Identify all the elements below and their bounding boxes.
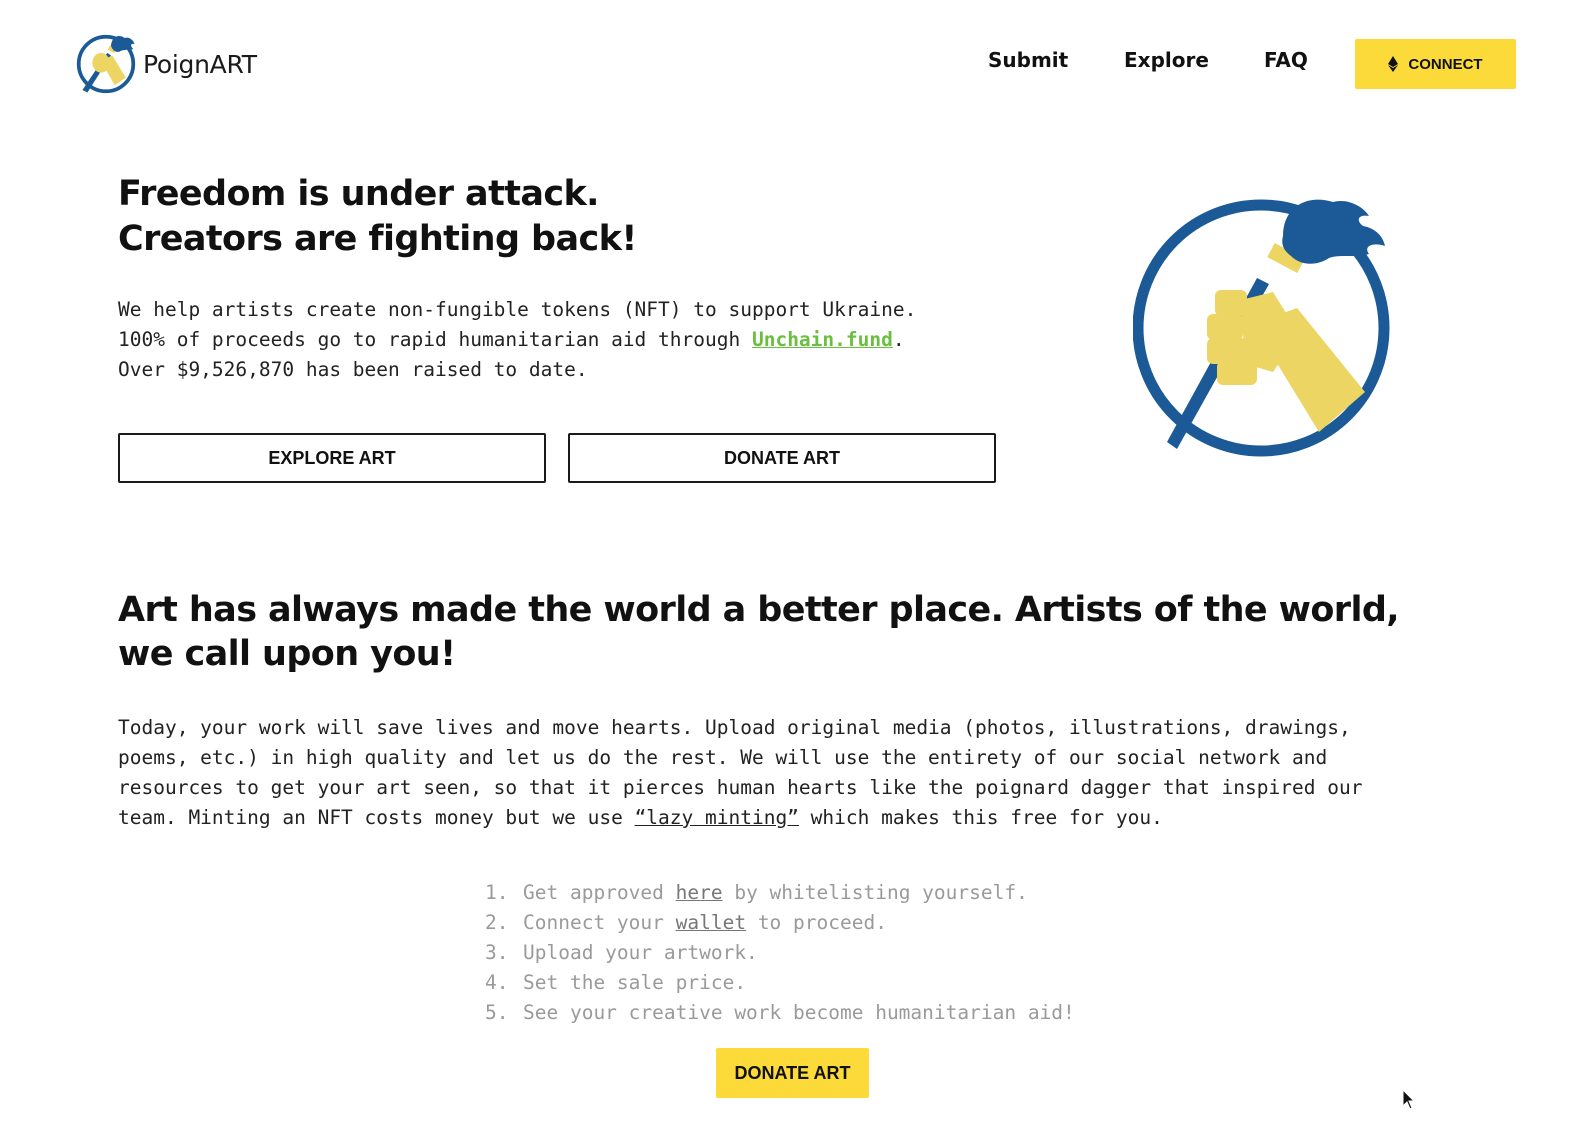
section-paragraph: Today, your work will save lives and mov…	[118, 713, 1362, 833]
donate-art-cta-button[interactable]: DONATE ART	[716, 1048, 869, 1098]
step-number: 2.	[485, 911, 509, 934]
brand-logo-link[interactable]: PoignART	[75, 33, 257, 95]
step-number: 4.	[485, 971, 509, 994]
hero-text-line-1: We help artists create non-fungible toke…	[118, 298, 917, 321]
step-text: See your creative work become humanitari…	[523, 1001, 1075, 1024]
section-line-3: resources to get your art seen, so that …	[118, 776, 1363, 799]
mouse-cursor-icon	[1402, 1089, 1416, 1110]
hero-text-line-2: 100% of proceeds go to rapid humanitaria…	[118, 325, 916, 355]
section-line-4-prefix: team. Minting an NFT costs money but we …	[118, 806, 635, 829]
steps-list: 1. Get approved here by whitelisting you…	[485, 878, 1075, 1028]
hero-text-line-2-prefix: 100% of proceeds go to rapid humanitaria…	[118, 328, 752, 351]
ethereum-icon	[1388, 56, 1399, 72]
lazy-minting-link[interactable]: “lazy minting”	[635, 806, 799, 829]
section-line-1: Today, your work will save lives and mov…	[118, 716, 1351, 739]
page: PoignART Submit Explore FAQ CONNECT Free…	[0, 0, 1596, 1133]
step-text-suffix: to proceed.	[746, 911, 887, 934]
connect-label: CONNECT	[1408, 55, 1483, 73]
step-text: Connect your wallet to proceed.	[523, 908, 887, 938]
torch-fist-logo-icon	[76, 34, 136, 94]
torch-fist-illustration-icon	[1133, 199, 1390, 457]
step-item: 4. Set the sale price.	[485, 968, 1075, 998]
step-text: Set the sale price.	[523, 971, 747, 994]
section-title: Art has always made the world a better p…	[118, 590, 1400, 674]
whitelist-here-link[interactable]: here	[676, 881, 723, 904]
donate-art-button[interactable]: DONATE ART	[568, 433, 996, 483]
step-number: 5.	[485, 1001, 509, 1024]
step-text: Get approved here by whitelisting yourse…	[523, 878, 1028, 908]
hero-title-line-2: Creators are fighting back!	[118, 219, 637, 259]
hero-text-line-3: Over $9,526,870 has been raised to date.	[118, 358, 588, 381]
step-item: 1. Get approved here by whitelisting you…	[485, 878, 1075, 908]
unchain-fund-link[interactable]: Unchain.fund	[752, 328, 893, 351]
step-text: Upload your artwork.	[523, 941, 758, 964]
step-text-suffix: by whitelisting yourself.	[722, 881, 1028, 904]
brand-name: PoignART	[143, 49, 257, 79]
step-text-prefix: Get approved	[523, 881, 676, 904]
step-number: 1.	[485, 881, 509, 904]
hero-title-line-1: Freedom is under attack.	[118, 174, 599, 214]
step-item: 2. Connect your wallet to proceed.	[485, 908, 1075, 938]
section-line-4: team. Minting an NFT costs money but we …	[118, 803, 1362, 833]
step-item: 5. See your creative work become humanit…	[485, 998, 1075, 1028]
step-number: 3.	[485, 941, 509, 964]
wallet-link[interactable]: wallet	[676, 911, 746, 934]
section-line-4-suffix: which makes this free for you.	[798, 806, 1163, 829]
step-text-prefix: Connect your	[523, 911, 676, 934]
explore-art-button[interactable]: EXPLORE ART	[118, 433, 546, 483]
step-item: 3. Upload your artwork.	[485, 938, 1075, 968]
hero-title: Freedom is under attack. Creators are fi…	[118, 172, 637, 262]
section-line-2: poems, etc.) in high quality and let us …	[118, 746, 1328, 769]
hero-text-line-2-suffix: .	[892, 328, 905, 351]
connect-wallet-button[interactable]: CONNECT	[1355, 39, 1516, 89]
nav-explore-link[interactable]: Explore	[1124, 48, 1209, 72]
nav-faq-link[interactable]: FAQ	[1264, 48, 1308, 72]
hero-description: We help artists create non-fungible toke…	[118, 295, 916, 385]
nav-submit-link[interactable]: Submit	[988, 48, 1068, 72]
